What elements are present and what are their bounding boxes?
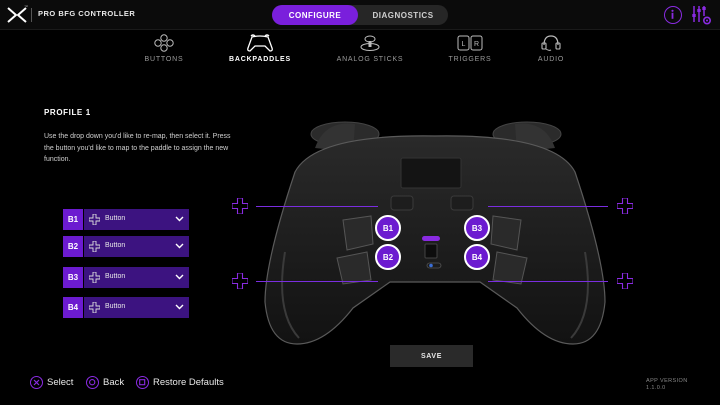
info-icon <box>671 9 674 19</box>
version-number: 1.1.0.0 <box>646 385 666 391</box>
tab-label: ANALOG STICKS <box>336 56 404 63</box>
mapping-row-b4: B4 Button <box>63 297 189 318</box>
svg-text:L: L <box>462 41 466 48</box>
guide-line-b1 <box>256 206 378 207</box>
paddle-marker-b4[interactable]: B4 <box>464 244 490 270</box>
dropdown-value: Button <box>105 273 126 280</box>
back-hint[interactable]: Back <box>86 375 124 389</box>
dpad-icon <box>232 198 248 214</box>
circle-button-icon <box>86 375 99 389</box>
top-bar: ™ PRO BFG CONTROLLER CONFIGURE DIAGNOSTI… <box>0 0 720 30</box>
paddle-badge: B2 <box>63 236 83 257</box>
app-title: PRO BFG CONTROLLER <box>38 9 136 18</box>
headset-icon <box>541 35 561 51</box>
dpad-icon <box>89 214 100 225</box>
paddle-badge: B3 <box>63 267 83 288</box>
triggers-icon: L R <box>457 35 483 51</box>
restore-defaults-hint[interactable]: Restore Defaults <box>136 375 224 389</box>
mapping-row-b1: B1 Button <box>63 209 189 230</box>
chevron-down-icon <box>175 216 184 222</box>
square-button-icon <box>136 375 149 389</box>
chevron-down-icon <box>175 243 184 249</box>
configure-mode-button[interactable]: CONFIGURE <box>272 5 358 25</box>
select-hint[interactable]: Select <box>30 375 73 389</box>
guide-line-b3 <box>488 206 608 207</box>
dropdown-value: Button <box>105 303 126 310</box>
backpaddles-icon <box>247 34 273 52</box>
hint-label: Back <box>103 376 125 388</box>
dpad-icon <box>617 273 633 289</box>
paddle-marker-b1[interactable]: B1 <box>375 215 401 241</box>
cross-button-icon <box>30 375 43 389</box>
buttons-icon <box>154 34 174 52</box>
tab-triggers[interactable]: L R TRIGGERS <box>430 34 510 70</box>
dpad-icon <box>89 272 100 283</box>
mapping-row-b2: B2 Button <box>63 236 189 257</box>
paddle-badge: B4 <box>63 297 83 318</box>
trademark: ™ <box>24 4 28 9</box>
tab-analog-sticks[interactable]: ANALOG STICKS <box>330 34 410 70</box>
tab-label: BACKPADDLES <box>229 56 291 63</box>
info-button[interactable] <box>664 6 682 24</box>
dpad-icon <box>89 241 100 252</box>
instructions-text: Use the drop down you'd like to re-map, … <box>44 133 231 163</box>
divider <box>31 8 32 22</box>
dpad-icon <box>232 273 248 289</box>
diagnostics-mode-button[interactable]: DIAGNOSTICS <box>358 5 448 25</box>
guide-line-b4 <box>488 281 608 282</box>
paddle-marker-b2[interactable]: B2 <box>375 244 401 270</box>
tab-label: AUDIO <box>537 56 565 63</box>
paddle-marker-b3[interactable]: B3 <box>464 215 490 241</box>
settings-button[interactable] <box>690 4 712 26</box>
chevron-down-icon <box>175 304 184 310</box>
tab-buttons[interactable]: BUTTONS <box>124 34 204 70</box>
save-button[interactable]: SAVE <box>390 345 473 367</box>
analog-stick-icon <box>360 35 380 51</box>
mapping-dropdown-b1[interactable]: Button <box>84 209 189 230</box>
dropdown-value: Button <box>105 215 126 222</box>
mapping-dropdown-b4[interactable]: Button <box>84 297 189 318</box>
mapping-dropdown-b2[interactable]: Button <box>84 236 189 257</box>
mode-toggle: CONFIGURE DIAGNOSTICS <box>272 5 448 25</box>
dpad-icon <box>89 302 100 313</box>
controller-image <box>264 121 606 345</box>
mapping-dropdown-b3[interactable]: Button <box>84 267 189 288</box>
svg-text:R: R <box>474 41 479 48</box>
paddle-badge: B1 <box>63 209 83 230</box>
sliders-gear-icon <box>692 6 712 25</box>
dropdown-value: Button <box>105 242 126 249</box>
app-version: APP VERSION 1.1.0.0 <box>646 378 688 392</box>
profile-title: PROFILE 1 <box>44 108 91 117</box>
tab-label: BUTTONS <box>144 56 184 63</box>
version-label: APP VERSION <box>646 378 688 384</box>
hint-label: Select <box>47 376 74 388</box>
chevron-down-icon <box>175 274 184 280</box>
tab-backpaddles[interactable]: BACKPADDLES <box>220 34 300 70</box>
guide-line-b2 <box>256 281 378 282</box>
mapping-row-b3: B3 Button <box>63 267 189 288</box>
tab-label: TRIGGERS <box>448 56 492 63</box>
tab-audio[interactable]: AUDIO <box>511 34 591 70</box>
dpad-icon <box>617 198 633 214</box>
hint-label: Restore Defaults <box>153 376 224 388</box>
